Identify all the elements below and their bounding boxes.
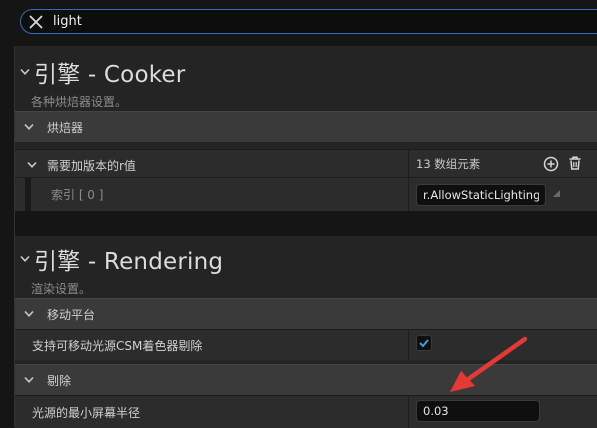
array-count: 13 数组元素 [416,157,481,171]
checkmark-icon [419,339,429,347]
section-header-cooker[interactable]: 引擎 - Cooker [15,56,597,88]
property-label: 需要加版本的r值 [47,159,136,173]
category-label: 剔除 [47,374,72,388]
search-input[interactable] [53,12,573,31]
property-label: 支持可移动光源CSM着色器剔除 [32,339,203,353]
chevron-down-icon [24,123,34,131]
movable-light-csm-checkbox[interactable] [416,335,432,351]
array-property-row: 需要加版本的r值 13 数组元素 [15,149,597,178]
column-divider [408,150,409,178]
category-row-mobile[interactable]: 移动平台 [15,298,597,329]
array-index-label: 索引 [ 0 ] [51,188,104,202]
annotation-arrow-icon [450,336,528,392]
section-gap [15,211,597,236]
trash-icon[interactable] [567,155,583,171]
column-divider [408,396,409,428]
section-header-rendering[interactable]: 引擎 - Rendering [15,243,597,275]
search-bar [20,9,597,34]
category-row-cooker[interactable]: 烘焙器 [15,111,597,142]
property-row: 光源的最小屏幕半径 [15,395,597,428]
chevron-down-icon[interactable] [27,161,37,169]
chevron-down-icon [24,376,34,384]
indent-bar [25,178,31,211]
section-title: 引擎 - Rendering [34,249,224,275]
section-description: 各种烘焙器设置。 [31,95,128,109]
chevron-down-icon [24,310,34,318]
min-screen-radius-input[interactable] [416,400,540,422]
chevron-down-icon [20,255,30,263]
section-title: 引擎 - Cooker [34,62,186,88]
resize-grip-icon[interactable] [553,190,560,197]
section-description: 渲染设置。 [31,282,92,296]
property-label: 光源的最小屏幕半径 [32,406,141,420]
chevron-down-icon [20,68,30,76]
column-divider [408,330,409,360]
close-icon[interactable] [29,15,43,29]
plus-circle-icon[interactable] [543,156,559,172]
column-divider [408,178,409,211]
category-label: 移动平台 [47,308,96,322]
array-element-input[interactable] [416,184,546,206]
category-label: 烘焙器 [47,121,84,135]
array-element-row: 索引 [ 0 ] [15,177,597,211]
